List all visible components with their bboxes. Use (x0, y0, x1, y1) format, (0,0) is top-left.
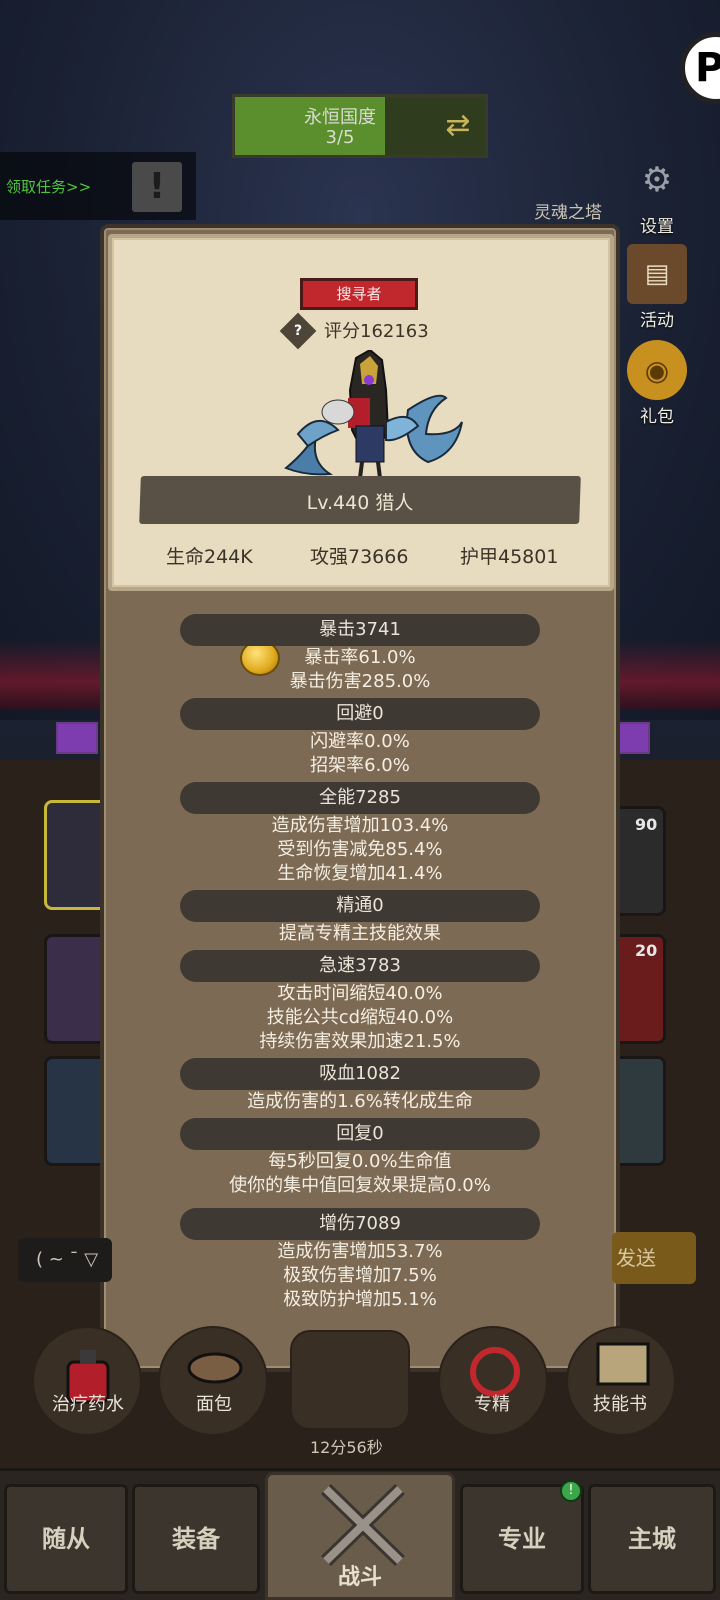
notification-badge: ! (560, 1480, 582, 1502)
gift-bag-icon: ◉ (627, 340, 687, 400)
damage-bonus-header: 增伤7089 (180, 1208, 540, 1240)
skill-book-icon (596, 1342, 650, 1386)
chest-slot[interactable] (290, 1330, 410, 1430)
nav-main-city[interactable]: 主城 (588, 1484, 716, 1594)
scroll-icon: ▤ (627, 244, 687, 304)
specialization-icon (470, 1347, 520, 1397)
avoidance-header: 回避0 (180, 698, 540, 730)
help-icon[interactable]: ? (279, 312, 317, 350)
bread-slot[interactable] (158, 1326, 268, 1436)
send-button[interactable]: 发送 (612, 1232, 696, 1284)
skill-book-label: 技能书 (593, 1394, 647, 1415)
gift-label: 礼包 (640, 407, 674, 427)
realm-name: 永恒国度 (304, 107, 376, 128)
stat-line: 攻击时间缩短40.0% (277, 983, 443, 1004)
specialization-label: 专精 (474, 1394, 510, 1415)
stat-line: 造成伤害的1.6%转化成生命 (247, 1091, 473, 1112)
settings-button[interactable]: ⚙ 设置 (622, 150, 692, 237)
stat-line: 招架率6.0% (310, 755, 410, 776)
settings-label: 设置 (640, 217, 674, 237)
hunter-character-image (284, 350, 463, 479)
attack-power-stat: 攻强73666 (310, 546, 409, 568)
stat-line: 每5秒回复0.0%生命值 (268, 1151, 452, 1172)
potion-icon (66, 1350, 110, 1404)
slot-count: 90 (635, 815, 658, 834)
stat-line: 技能公共cd缩短40.0% (266, 1007, 454, 1028)
stat-line: 持续伤害效果加速21.5% (259, 1031, 461, 1052)
slot-count: 20 (635, 941, 658, 960)
stat-line: 极致防护增加5.1% (283, 1289, 437, 1310)
score-text: 评分162163 (324, 321, 429, 342)
activity-label: 活动 (640, 311, 674, 331)
mastery-header: 精通0 (180, 890, 540, 922)
realm-progress-text: 3/5 (325, 127, 355, 148)
bread-label: 面包 (196, 1394, 232, 1415)
stat-line: 生命恢复增加41.4% (277, 863, 443, 884)
game-screen: 90 20 永恒国度 3/5 ⇄ 领取任务>> ! P 灵魂之塔 ⚙ 设置 ▤ … (0, 0, 720, 1600)
stat-line: 提高专精主技能效果 (279, 923, 441, 944)
armor-stat: 护甲45801 (460, 546, 559, 568)
skill-book-slot[interactable] (566, 1326, 676, 1436)
potion-slot[interactable] (32, 1326, 142, 1436)
bread-icon (187, 1352, 243, 1384)
stat-line: 使你的集中值回复效果提高0.0% (229, 1175, 491, 1196)
regen-header: 回复0 (180, 1118, 540, 1150)
stat-line: 造成伤害增加53.7% (277, 1241, 443, 1262)
chat-input[interactable]: ( ~ ¯ ▽ (18, 1238, 112, 1282)
nav-battle[interactable]: 战斗 (265, 1472, 455, 1600)
nav-followers[interactable]: 随从 (4, 1484, 128, 1594)
potion-label: 治疗药水 (52, 1394, 124, 1415)
refresh-icon[interactable]: ⇄ (441, 109, 475, 143)
stat-line: 受到伤害减免85.4% (277, 839, 443, 860)
activity-button[interactable]: ▤ 活动 (622, 244, 692, 331)
nav-equipment[interactable]: 装备 (132, 1484, 260, 1594)
xp-bar-left (56, 722, 98, 754)
stat-line: 暴击率61.0% (304, 647, 416, 668)
soul-tower-label[interactable]: 灵魂之塔 (534, 198, 602, 223)
stat-line: 造成伤害增加103.4% (271, 815, 449, 836)
haste-header: 急速3783 (180, 950, 540, 982)
specialization-slot[interactable] (438, 1326, 548, 1436)
versatility-header: 全能7285 (180, 782, 540, 814)
hero-level-class: Lv.440 猎人 (306, 492, 414, 514)
gear-icon: ⚙ (641, 160, 673, 200)
stat-line: 暴击伤害285.0% (289, 671, 431, 692)
role-badge: 搜寻者 (300, 278, 418, 310)
realm-progress[interactable]: 永恒国度 3/5 ⇄ (232, 94, 488, 158)
lifesteal-header: 吸血1082 (180, 1058, 540, 1090)
stat-line: 极致伤害增加7.5% (283, 1265, 437, 1286)
exclamation-icon: ! (132, 162, 182, 212)
stat-line: 闪避率0.0% (310, 731, 410, 752)
chest-timer: 12分56秒 (310, 1438, 383, 1457)
gift-button[interactable]: ◉ 礼包 (622, 340, 692, 427)
nav-battle-label: 战斗 (337, 1565, 382, 1590)
quest-banner[interactable]: 领取任务>> ! (0, 152, 196, 220)
quest-label: 领取任务>> (6, 178, 92, 196)
hp-stat: 生命244K (166, 546, 253, 568)
crit-header: 暴击3741 (180, 614, 540, 646)
